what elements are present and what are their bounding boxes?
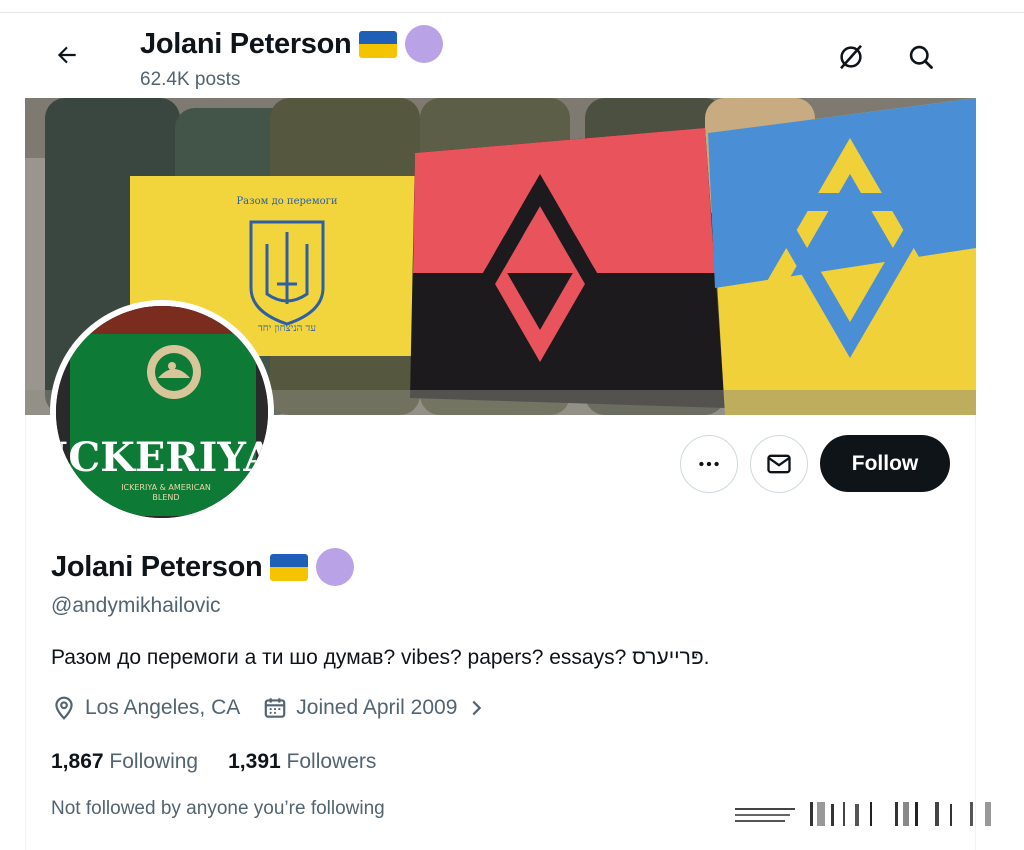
following-link[interactable]: 1,867 Following [51, 750, 198, 774]
location-item: Los Angeles, CA [51, 695, 240, 721]
purple-circle-icon [316, 548, 355, 586]
header-title: Jolani Peterson [140, 25, 444, 63]
avatar-image: ICKERIYA ICKERIYA & AMERICAN BLEND [56, 306, 268, 518]
avatar-sub-text-2: BLEND [152, 493, 179, 502]
header-name-text: Jolani Peterson [140, 27, 352, 60]
location-text: Los Angeles, CA [85, 696, 241, 719]
search-icon [909, 45, 933, 69]
profile-stats: 1,867 Following 1,391 Followers [51, 750, 376, 774]
followers-label: Followers [286, 750, 377, 773]
red-black-flag [410, 128, 725, 408]
more-button[interactable] [680, 435, 738, 493]
profile-header: Jolani Peterson 62.4K posts [25, 13, 976, 98]
profile-bio: Разом до перемоги а ти шо думав? vibes? … [51, 646, 710, 669]
purple-circle-icon [405, 25, 444, 63]
ukraine-flag-icon [270, 553, 309, 581]
profile-meta: Los Angeles, CA Joined April 2009 [51, 695, 509, 721]
banner-hebrew-text: עד הניצחון יחד [258, 323, 316, 334]
profile-handle: @andymikhailovic [51, 594, 221, 617]
chevron-right-icon [472, 700, 482, 716]
back-arrow-icon [57, 46, 76, 64]
no-grok-icon [840, 44, 862, 70]
back-button[interactable] [47, 35, 87, 75]
follow-button[interactable]: Follow [820, 435, 950, 492]
location-icon [55, 696, 73, 720]
message-button[interactable] [750, 435, 808, 493]
blue-yellow-flag [708, 98, 976, 415]
profile-name-text: Jolani Peterson [51, 550, 263, 583]
watermark-graphic [735, 802, 991, 826]
avatar-sub-text-1: ICKERIYA & AMERICAN [121, 483, 211, 492]
profile-name: Jolani Peterson [51, 548, 355, 586]
message-icon [767, 454, 791, 474]
following-count: 1,867 [51, 750, 104, 773]
following-label: Following [109, 750, 199, 773]
post-count: 62.4K posts [140, 69, 241, 90]
banner-emblem-text: Разом до перемоги [236, 196, 337, 207]
joined-item[interactable]: Joined April 2009 [262, 695, 487, 721]
ukraine-flag-icon [359, 30, 398, 58]
avatar-brand-text: ICKERIYA [56, 434, 268, 481]
more-icon [699, 461, 719, 467]
followers-count: 1,391 [228, 750, 281, 773]
followers-link[interactable]: 1,391 Followers [228, 750, 376, 774]
avatar[interactable]: ICKERIYA ICKERIYA & AMERICAN BLEND [50, 300, 274, 524]
not-followed-notice: Not followed by anyone you’re following [51, 798, 385, 819]
calendar-icon [264, 698, 286, 718]
joined-text: Joined April 2009 [296, 696, 458, 719]
grok-button[interactable] [831, 37, 871, 77]
search-button[interactable] [901, 37, 941, 77]
